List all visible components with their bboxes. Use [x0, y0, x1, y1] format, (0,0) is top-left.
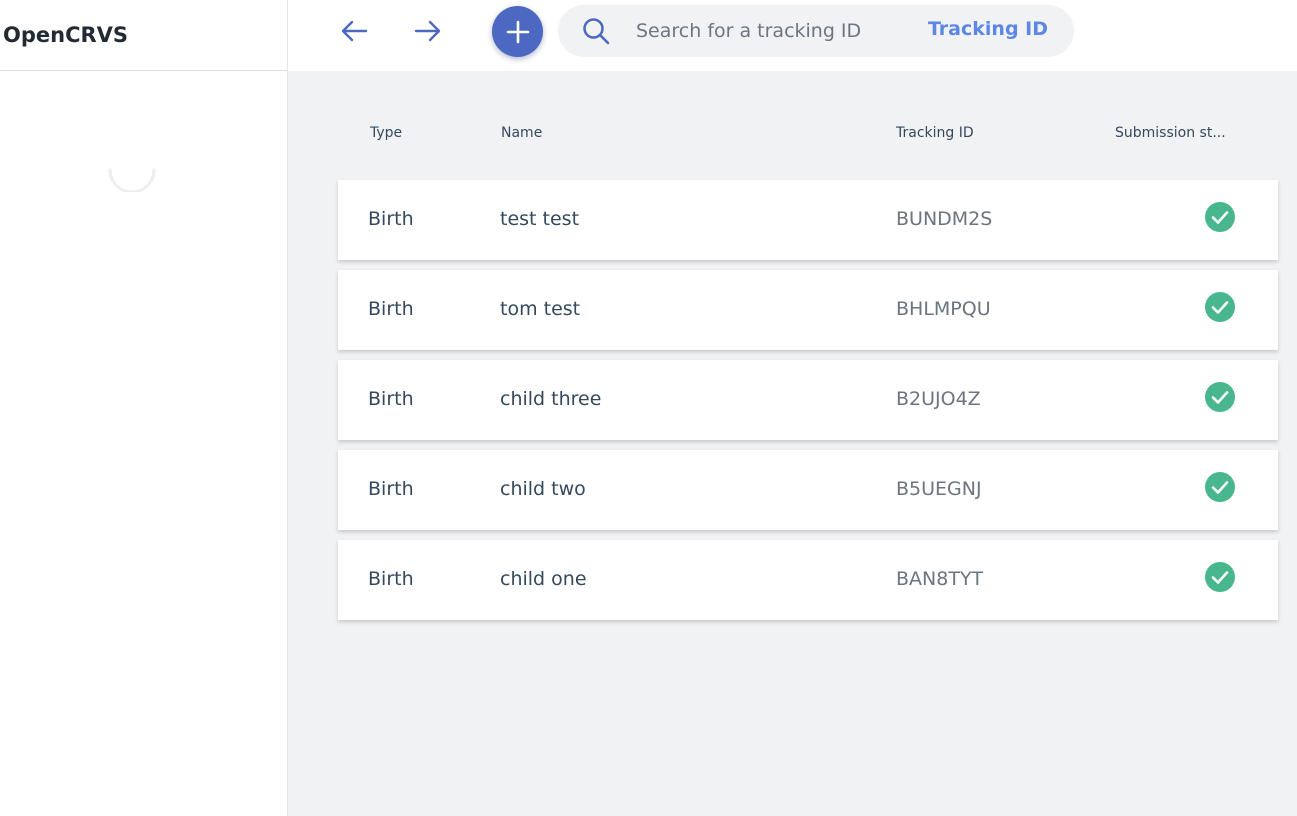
- back-button[interactable]: [334, 14, 374, 48]
- row-type: Birth: [368, 208, 414, 230]
- forward-button[interactable]: [408, 14, 448, 48]
- row-tracking-id: BUNDM2S: [896, 208, 993, 230]
- table-row[interactable]: Birth child one BAN8TYT: [338, 540, 1278, 620]
- loading-spinner-icon: [108, 168, 156, 192]
- row-name: child one: [500, 568, 587, 590]
- row-type: Birth: [368, 568, 414, 590]
- column-header-submission-status[interactable]: Submission st...: [1115, 125, 1230, 141]
- column-header-type[interactable]: Type: [370, 125, 402, 141]
- row-type: Birth: [368, 478, 414, 500]
- column-header-name[interactable]: Name: [501, 125, 542, 141]
- table-row[interactable]: Birth tom test BHLMPQU: [338, 270, 1278, 350]
- check-circle-icon: [1205, 562, 1235, 592]
- app-root: OpenCRVS Search for a tracking ID Tracki…: [0, 0, 1297, 816]
- main-content: Type Name Tracking ID Submission st... B…: [288, 71, 1297, 816]
- search-bar: Tracking ID: [558, 5, 1074, 57]
- row-tracking-id: B5UEGNJ: [896, 478, 982, 500]
- app-brand: OpenCRVS: [0, 0, 287, 71]
- search-input[interactable]: [636, 20, 916, 42]
- search-icon[interactable]: [581, 16, 611, 46]
- check-circle-icon: [1205, 202, 1235, 232]
- table-row[interactable]: Birth test test BUNDM2S: [338, 180, 1278, 260]
- row-name: child three: [500, 388, 602, 410]
- column-header-tracking-id[interactable]: Tracking ID: [896, 125, 974, 141]
- sidebar: OpenCRVS: [0, 0, 288, 816]
- table-row[interactable]: Birth child two B5UEGNJ: [338, 450, 1278, 530]
- add-button[interactable]: [492, 6, 543, 57]
- row-name: test test: [500, 208, 580, 230]
- arrow-right-icon: [414, 20, 441, 42]
- check-circle-icon: [1205, 472, 1235, 502]
- row-name: tom test: [500, 298, 581, 320]
- row-type: Birth: [368, 298, 414, 320]
- table-row[interactable]: Birth child three B2UJO4Z: [338, 360, 1278, 440]
- row-tracking-id: B2UJO4Z: [896, 388, 981, 410]
- row-tracking-id: BAN8TYT: [896, 568, 984, 590]
- check-circle-icon: [1205, 382, 1235, 412]
- plus-icon: [506, 20, 529, 43]
- arrow-left-icon: [341, 20, 368, 42]
- top-bar: Tracking ID: [288, 0, 1297, 71]
- row-type: Birth: [368, 388, 414, 410]
- row-tracking-id: BHLMPQU: [896, 298, 991, 320]
- row-name: child two: [500, 478, 586, 500]
- search-type-selector[interactable]: Tracking ID: [928, 18, 1048, 40]
- check-circle-icon: [1205, 292, 1235, 322]
